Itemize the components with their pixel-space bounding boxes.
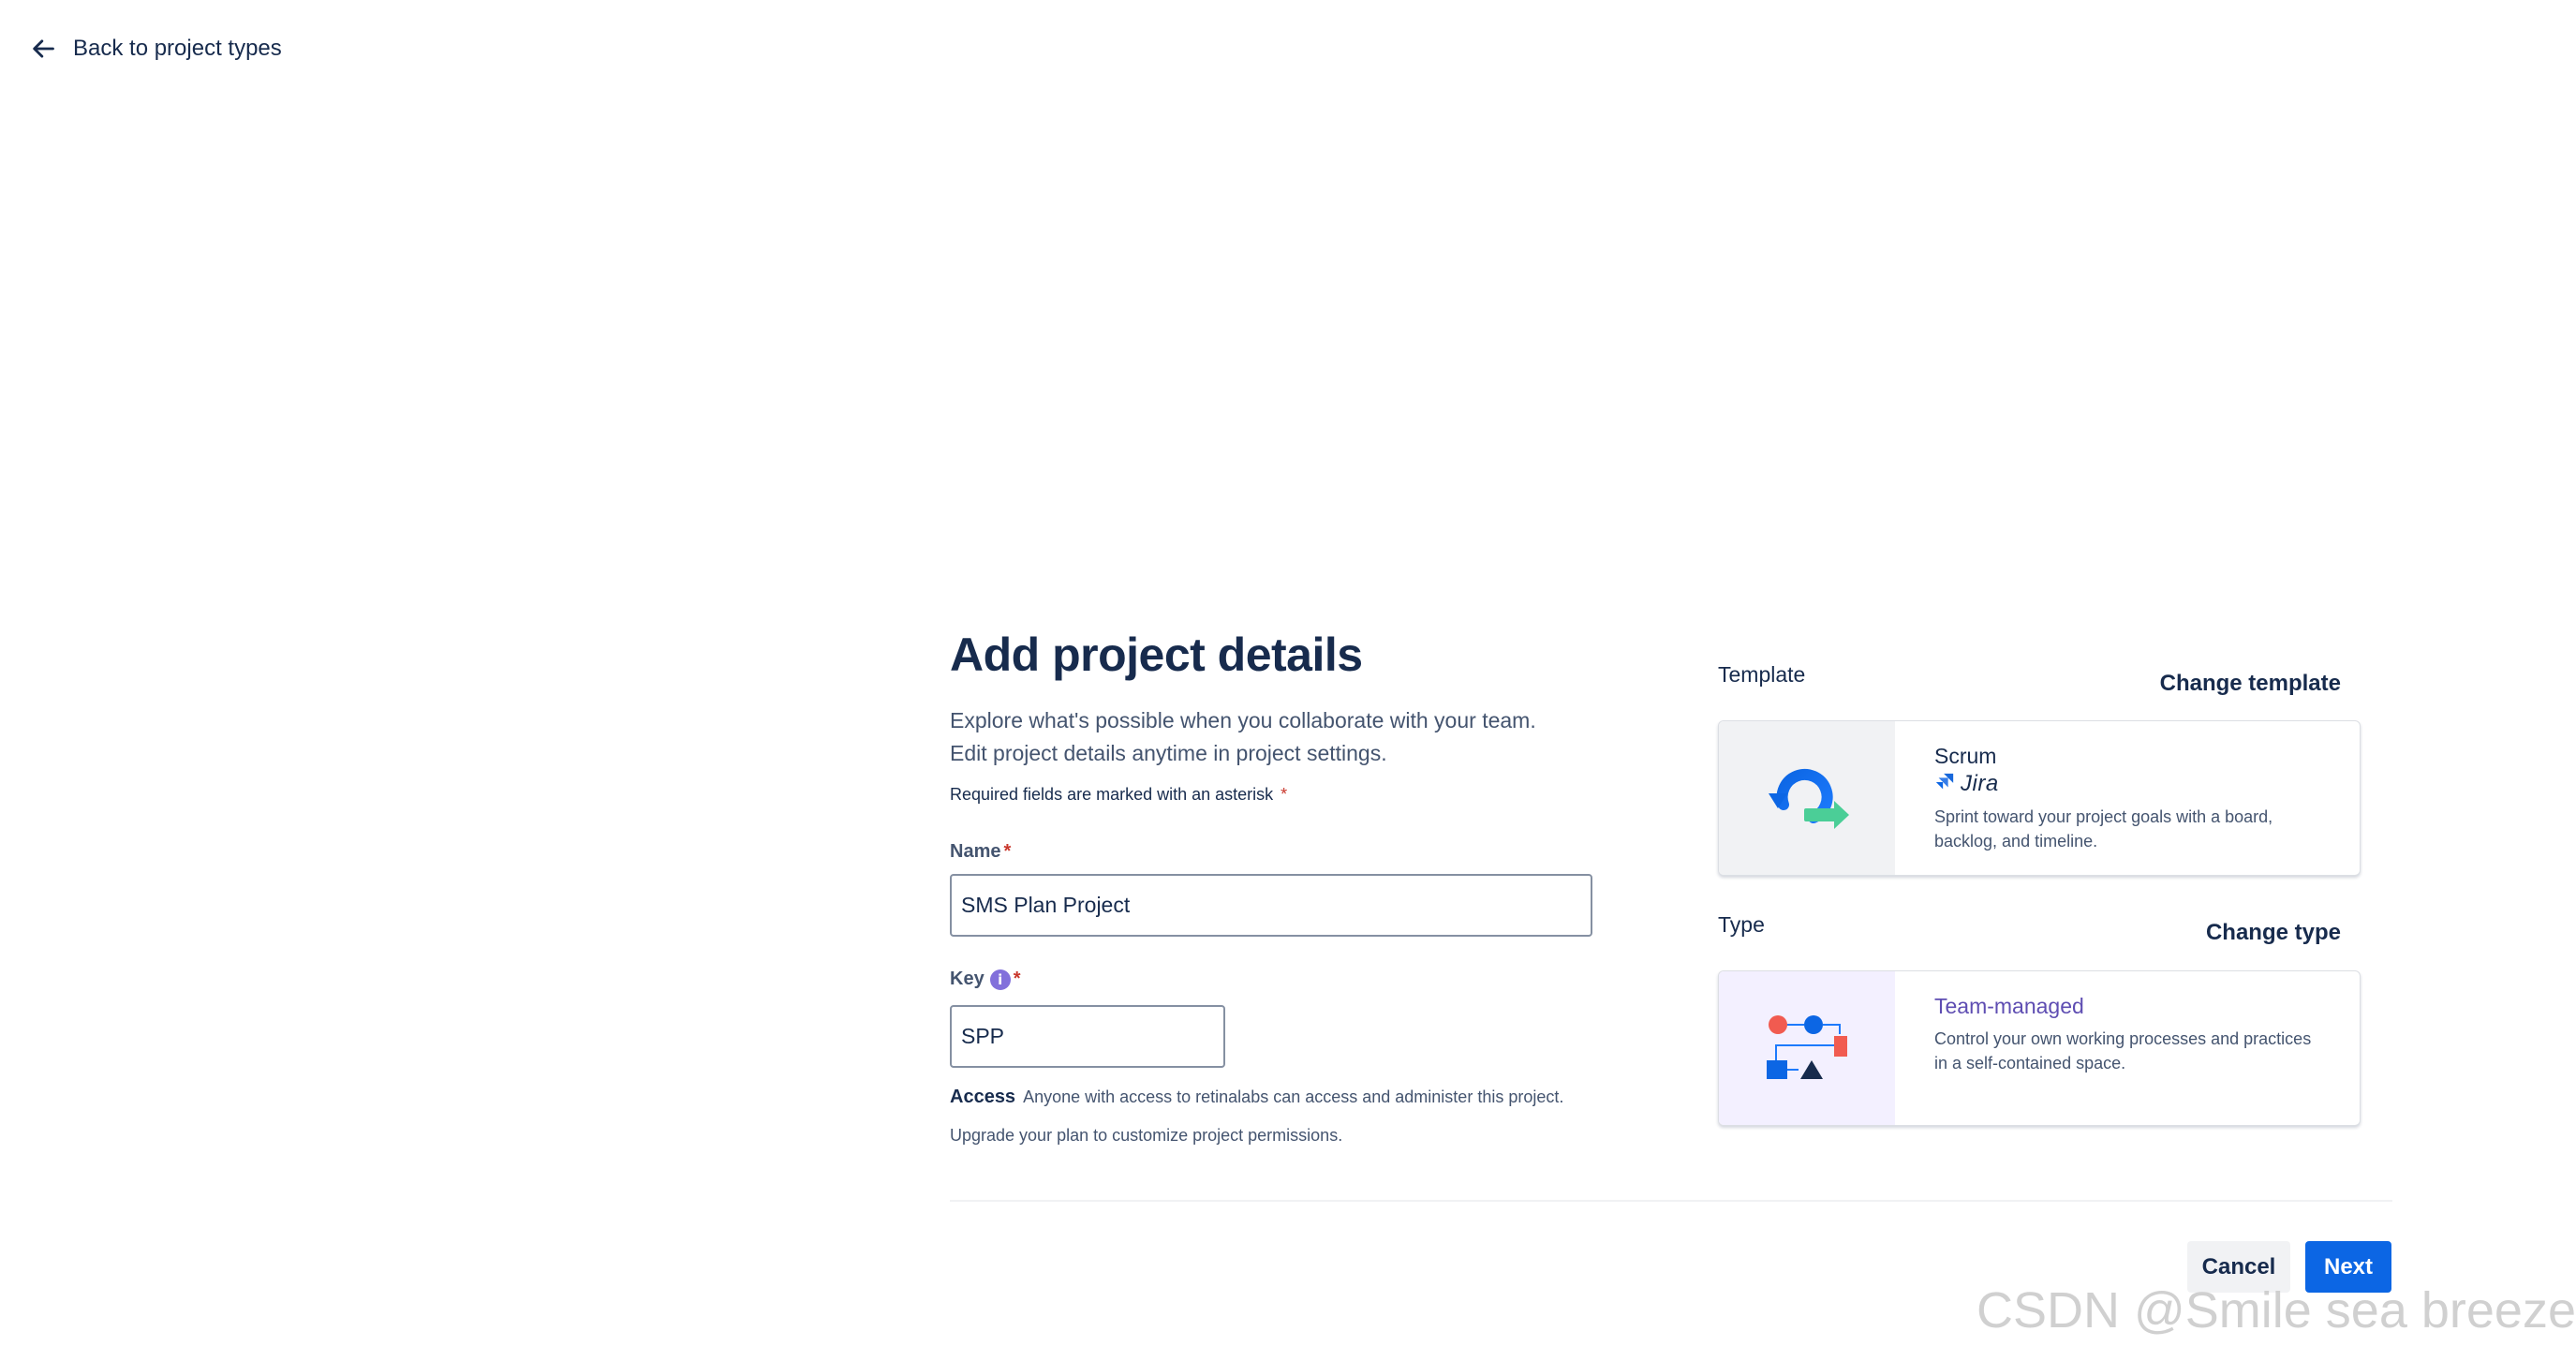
- jira-product-name: Jira: [1961, 771, 1999, 796]
- footer-divider: [950, 1200, 2392, 1202]
- change-template-button[interactable]: Change template: [2160, 671, 2341, 697]
- template-description: Sprint toward your project goals with a …: [1934, 807, 2273, 851]
- required-asterisk: *: [1003, 841, 1012, 862]
- key-label: Key i *: [950, 969, 1021, 990]
- description-line: Explore what's possible when you collabo…: [950, 708, 1536, 732]
- access-text: Anyone with access to retinalabs can acc…: [1023, 1087, 1564, 1106]
- type-section-label: Type: [1718, 912, 1765, 937]
- change-type-button[interactable]: Change type: [2206, 920, 2341, 946]
- name-input-value: SMS Plan Project: [961, 893, 1131, 917]
- type-name: Team-managed: [1934, 994, 2084, 1018]
- required-asterisk: *: [1281, 785, 1288, 804]
- name-input[interactable]: SMS Plan Project: [950, 874, 1592, 937]
- page-title: Add project details: [950, 629, 1363, 681]
- description-line: Edit project details anytime in project …: [950, 741, 1387, 765]
- watermark-text: CSDN @Smile sea breeze: [1976, 1282, 2576, 1339]
- arrow-left-icon: [30, 36, 56, 62]
- jira-logo-icon: [1934, 772, 1955, 797]
- type-card-body: Team-managed Control your own working pr…: [1895, 971, 2360, 1125]
- name-label-text: Name: [950, 841, 1001, 862]
- page-description: Explore what's possible when you collabo…: [950, 704, 1536, 770]
- type-card[interactable]: Team-managed Control your own working pr…: [1718, 970, 2361, 1126]
- type-description: Control your own working processes and p…: [1934, 1029, 2312, 1073]
- key-input-value: SPP: [961, 1024, 1005, 1048]
- template-name: Scrum: [1934, 744, 1997, 768]
- back-to-project-types-link[interactable]: Back to project types: [30, 28, 282, 69]
- key-input[interactable]: SPP: [950, 1005, 1225, 1068]
- scrum-illustration-icon: [1719, 721, 1895, 875]
- key-label-text: Key: [950, 969, 985, 989]
- required-note-text: Required fields are marked with an aster…: [950, 785, 1274, 804]
- team-managed-illustration-icon: [1719, 971, 1895, 1125]
- template-section-label: Template: [1718, 662, 1806, 687]
- jira-product-row: Jira: [1934, 771, 2322, 797]
- access-label: Access: [950, 1087, 1016, 1107]
- name-label: Name *: [950, 841, 1011, 863]
- info-icon[interactable]: i: [989, 969, 1011, 990]
- template-card[interactable]: Scrum Jira Sprint toward your project go…: [1718, 720, 2361, 876]
- template-card-body: Scrum Jira Sprint toward your project go…: [1895, 721, 2360, 875]
- required-fields-note: Required fields are marked with an aster…: [950, 785, 1287, 805]
- required-asterisk: *: [1013, 969, 1021, 989]
- upgrade-note: Upgrade your plan to customize project p…: [950, 1126, 1343, 1145]
- back-link-label: Back to project types: [73, 36, 282, 61]
- access-info: Access Anyone with access to retinalabs c…: [950, 1087, 1563, 1107]
